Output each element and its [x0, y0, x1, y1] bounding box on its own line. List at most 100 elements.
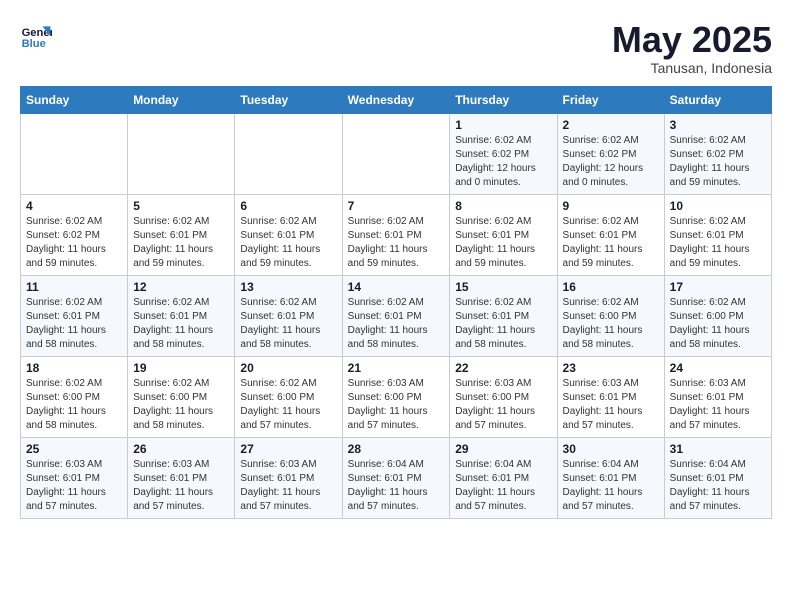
day-cell-27: 27 Sunrise: 6:03 AMSunset: 6:01 PMDayligh…	[235, 437, 342, 518]
day-number: 31	[670, 442, 766, 456]
day-info: Sunrise: 6:04 AMSunset: 6:01 PMDaylight:…	[455, 458, 551, 514]
day-cell-23: 23 Sunrise: 6:03 AMSunset: 6:01 PMDayligh…	[557, 356, 664, 437]
day-cell-4: 4 Sunrise: 6:02 AMSunset: 6:02 PMDaylight…	[21, 194, 128, 275]
day-number: 4	[26, 199, 122, 213]
day-number: 17	[670, 280, 766, 294]
day-info: Sunrise: 6:02 AMSunset: 6:00 PMDaylight:…	[670, 296, 766, 352]
weekday-header-tuesday: Tuesday	[235, 86, 342, 113]
day-info: Sunrise: 6:02 AMSunset: 6:00 PMDaylight:…	[133, 377, 229, 433]
day-number: 6	[240, 199, 336, 213]
day-cell-31: 31Sunrise: 6:04 AMSunset: 6:01 PMDayligh…	[664, 437, 771, 518]
day-info: Sunrise: 6:02 AMSunset: 6:01 PMDaylight:…	[133, 296, 229, 352]
day-number: 18	[26, 361, 122, 375]
day-cell-30: 30 Sunrise: 6:04 AMSunset: 6:01 PMDayligh…	[557, 437, 664, 518]
day-info: Sunrise: 6:02 AMSunset: 6:01 PMDaylight:…	[455, 215, 551, 271]
logo: General Blue	[20, 20, 52, 52]
day-number: 10	[670, 199, 766, 213]
location-subtitle: Tanusan, Indonesia	[612, 60, 772, 76]
day-number: 14	[348, 280, 445, 294]
week-row-4: 18 Sunrise: 6:02 AMSunset: 6:00 PMDayligh…	[21, 356, 772, 437]
day-number: 9	[563, 199, 659, 213]
weekday-header-thursday: Thursday	[450, 86, 557, 113]
empty-cell	[342, 113, 450, 194]
day-info: Sunrise: 6:02 AMSunset: 6:01 PMDaylight:…	[348, 296, 445, 352]
day-number: 13	[240, 280, 336, 294]
weekday-header-monday: Monday	[128, 86, 235, 113]
day-info: Sunrise: 6:03 AMSunset: 6:00 PMDaylight:…	[348, 377, 445, 433]
empty-cell	[128, 113, 235, 194]
day-cell-14: 14 Sunrise: 6:02 AMSunset: 6:01 PMDayligh…	[342, 275, 450, 356]
day-cell-22: 22Sunrise: 6:03 AMSunset: 6:00 PMDayligh…	[450, 356, 557, 437]
day-number: 27	[240, 442, 336, 456]
day-info: Sunrise: 6:03 AMSunset: 6:00 PMDaylight:…	[455, 377, 551, 433]
weekday-header-wednesday: Wednesday	[342, 86, 450, 113]
day-cell-7: 7Sunrise: 6:02 AMSunset: 6:01 PMDaylight…	[342, 194, 450, 275]
day-number: 23	[563, 361, 659, 375]
day-cell-20: 20 Sunrise: 6:02 AMSunset: 6:00 PMDayligh…	[235, 356, 342, 437]
day-number: 3	[670, 118, 766, 132]
day-cell-1: 1 Sunrise: 6:02 AMSunset: 6:02 PMDaylight…	[450, 113, 557, 194]
day-info: Sunrise: 6:03 AMSunset: 6:01 PMDaylight:…	[26, 458, 122, 514]
day-cell-21: 21 Sunrise: 6:03 AMSunset: 6:00 PMDayligh…	[342, 356, 450, 437]
logo-icon: General Blue	[20, 20, 52, 52]
day-cell-19: 19 Sunrise: 6:02 AMSunset: 6:00 PMDayligh…	[128, 356, 235, 437]
day-number: 15	[455, 280, 551, 294]
day-info: Sunrise: 6:04 AMSunset: 6:01 PMDaylight:…	[348, 458, 445, 514]
day-cell-8: 8 Sunrise: 6:02 AMSunset: 6:01 PMDaylight…	[450, 194, 557, 275]
day-cell-15: 15Sunrise: 6:02 AMSunset: 6:01 PMDayligh…	[450, 275, 557, 356]
day-number: 11	[26, 280, 122, 294]
weekday-header-sunday: Sunday	[21, 86, 128, 113]
day-info: Sunrise: 6:02 AMSunset: 6:02 PMDaylight:…	[455, 134, 551, 190]
day-info: Sunrise: 6:02 AMSunset: 6:00 PMDaylight:…	[240, 377, 336, 433]
day-info: Sunrise: 6:02 AMSunset: 6:01 PMDaylight:…	[670, 215, 766, 271]
day-info: Sunrise: 6:03 AMSunset: 6:01 PMDaylight:…	[670, 377, 766, 433]
calendar-table: SundayMondayTuesdayWednesdayThursdayFrid…	[20, 86, 772, 519]
page-header: General Blue May 2025 Tanusan, Indonesia	[20, 20, 772, 76]
svg-text:Blue: Blue	[22, 38, 46, 50]
day-number: 12	[133, 280, 229, 294]
day-cell-25: 25 Sunrise: 6:03 AMSunset: 6:01 PMDayligh…	[21, 437, 128, 518]
day-info: Sunrise: 6:03 AMSunset: 6:01 PMDaylight:…	[563, 377, 659, 433]
day-info: Sunrise: 6:02 AMSunset: 6:02 PMDaylight:…	[26, 215, 122, 271]
day-number: 20	[240, 361, 336, 375]
day-cell-5: 5 Sunrise: 6:02 AMSunset: 6:01 PMDaylight…	[128, 194, 235, 275]
day-cell-26: 26Sunrise: 6:03 AMSunset: 6:01 PMDayligh…	[128, 437, 235, 518]
day-info: Sunrise: 6:02 AMSunset: 6:02 PMDaylight:…	[563, 134, 659, 190]
day-number: 26	[133, 442, 229, 456]
day-info: Sunrise: 6:02 AMSunset: 6:02 PMDaylight:…	[670, 134, 766, 190]
day-cell-16: 16 Sunrise: 6:02 AMSunset: 6:00 PMDayligh…	[557, 275, 664, 356]
day-number: 30	[563, 442, 659, 456]
day-number: 25	[26, 442, 122, 456]
day-info: Sunrise: 6:02 AMSunset: 6:01 PMDaylight:…	[133, 215, 229, 271]
day-cell-11: 11 Sunrise: 6:02 AMSunset: 6:01 PMDayligh…	[21, 275, 128, 356]
day-cell-18: 18Sunrise: 6:02 AMSunset: 6:00 PMDayligh…	[21, 356, 128, 437]
day-number: 24	[670, 361, 766, 375]
day-number: 19	[133, 361, 229, 375]
day-info: Sunrise: 6:02 AMSunset: 6:00 PMDaylight:…	[563, 296, 659, 352]
day-cell-10: 10 Sunrise: 6:02 AMSunset: 6:01 PMDayligh…	[664, 194, 771, 275]
empty-cell	[21, 113, 128, 194]
week-row-3: 11 Sunrise: 6:02 AMSunset: 6:01 PMDayligh…	[21, 275, 772, 356]
day-cell-9: 9Sunrise: 6:02 AMSunset: 6:01 PMDaylight…	[557, 194, 664, 275]
day-number: 29	[455, 442, 551, 456]
day-number: 8	[455, 199, 551, 213]
weekday-header-row: SundayMondayTuesdayWednesdayThursdayFrid…	[21, 86, 772, 113]
day-cell-6: 6 Sunrise: 6:02 AMSunset: 6:01 PMDaylight…	[235, 194, 342, 275]
day-cell-28: 28Sunrise: 6:04 AMSunset: 6:01 PMDayligh…	[342, 437, 450, 518]
title-block: May 2025 Tanusan, Indonesia	[612, 20, 772, 76]
day-number: 7	[348, 199, 445, 213]
week-row-2: 4 Sunrise: 6:02 AMSunset: 6:02 PMDaylight…	[21, 194, 772, 275]
day-number: 21	[348, 361, 445, 375]
day-number: 16	[563, 280, 659, 294]
day-number: 1	[455, 118, 551, 132]
weekday-header-friday: Friday	[557, 86, 664, 113]
day-info: Sunrise: 6:02 AMSunset: 6:01 PMDaylight:…	[26, 296, 122, 352]
day-info: Sunrise: 6:02 AMSunset: 6:01 PMDaylight:…	[240, 215, 336, 271]
day-number: 5	[133, 199, 229, 213]
day-info: Sunrise: 6:04 AMSunset: 6:01 PMDaylight:…	[563, 458, 659, 514]
day-cell-12: 12 Sunrise: 6:02 AMSunset: 6:01 PMDayligh…	[128, 275, 235, 356]
day-number: 2	[563, 118, 659, 132]
day-cell-3: 3 Sunrise: 6:02 AMSunset: 6:02 PMDaylight…	[664, 113, 771, 194]
week-row-5: 25 Sunrise: 6:03 AMSunset: 6:01 PMDayligh…	[21, 437, 772, 518]
day-info: Sunrise: 6:03 AMSunset: 6:01 PMDaylight:…	[240, 458, 336, 514]
